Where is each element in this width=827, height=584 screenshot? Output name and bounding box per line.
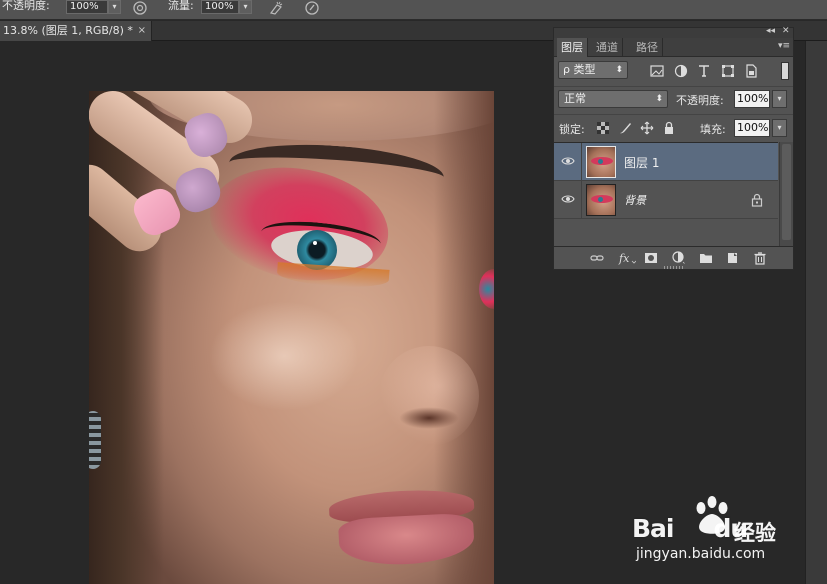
svg-text:fx: fx	[618, 252, 630, 265]
blend-mode-select[interactable]: 正常 ⬍	[558, 90, 668, 108]
new-layer-icon[interactable]	[726, 251, 740, 265]
kind-filter-select[interactable]: ρ 类型 ⬍	[558, 61, 628, 79]
kind-filter-value: ρ 类型	[563, 63, 596, 76]
collapse-panel-icon[interactable]: ◂◂	[766, 26, 775, 36]
flow-field[interactable]: 100%	[201, 0, 239, 14]
document-tab[interactable]: 13.8% (图层 1, RGB/8) * ×	[0, 21, 152, 41]
blend-mode-arrow-icon: ⬍	[655, 94, 663, 104]
delete-layer-trash-icon[interactable]	[753, 251, 767, 265]
lock-position-icon[interactable]	[640, 121, 654, 135]
layer-lock-icon	[751, 193, 763, 207]
opacity-label: 不透明度:	[2, 0, 50, 12]
layers-panel: ◂◂ ✕ 图层 通道 路径 ▾≡ ρ 类型 ⬍ 正常 ⬍ 不透明度: 100% …	[553, 26, 794, 270]
layers-scrollbar[interactable]	[779, 142, 793, 246]
panel-tabs: 图层 通道 路径 ▾≡	[554, 38, 793, 57]
panel-title-strip: ◂◂ ✕	[554, 26, 793, 38]
layer-opacity-dropdown[interactable]: ▾	[772, 90, 787, 108]
close-panel-icon[interactable]: ✕	[782, 26, 790, 36]
opacity-dropdown[interactable]: ▾	[108, 0, 121, 14]
type-filter-icon[interactable]	[697, 64, 711, 78]
watermark-cn: 经验	[734, 521, 776, 545]
airbrush-icon[interactable]	[268, 0, 284, 16]
tab-channels[interactable]: 通道	[592, 38, 623, 57]
layer-opacity-label: 不透明度:	[676, 94, 724, 107]
fill-field[interactable]: 100%	[734, 119, 770, 137]
shape-filter-icon[interactable]	[721, 64, 735, 78]
visibility-eye-icon[interactable]	[561, 154, 575, 168]
blend-row: 正常 ⬍ 不透明度: 100% ▾	[554, 86, 793, 110]
close-tab-icon[interactable]: ×	[138, 21, 146, 41]
layer-thumbnail	[586, 146, 616, 178]
lock-transparent-pixels-icon[interactable]	[596, 121, 610, 135]
filter-toggle-switch[interactable]	[781, 62, 789, 80]
layer-name[interactable]: 背景	[624, 192, 646, 208]
adjustment-filter-icon[interactable]	[674, 64, 688, 78]
panel-resize-grip[interactable]	[664, 266, 684, 269]
flow-label: 流量:	[168, 0, 194, 12]
layer-name[interactable]: 图层 1	[624, 154, 659, 171]
panel-menu-icon[interactable]: ▾≡	[778, 41, 790, 51]
layer-style-fx-icon[interactable]: fx	[618, 251, 636, 265]
smart-object-filter-icon[interactable]	[744, 64, 758, 78]
layer-opacity-field[interactable]: 100%	[734, 90, 770, 108]
flow-dropdown[interactable]: ▾	[239, 0, 252, 14]
add-mask-icon[interactable]	[644, 251, 658, 265]
blend-mode-value: 正常	[564, 92, 586, 105]
layers-footer: fx	[554, 246, 793, 269]
options-bar: 不透明度: 100% ▾ 流量: 100% ▾	[0, 0, 827, 20]
lock-row: 锁定: 填充: 100% ▾	[554, 114, 793, 140]
baidu-jingyan-watermark: Bai du 经验 jingyan.baidu.com	[632, 494, 792, 574]
watermark-url: jingyan.baidu.com	[636, 546, 766, 562]
tablet-pressure-icon[interactable]	[304, 0, 320, 16]
tab-paths[interactable]: 路径	[632, 38, 663, 57]
tab-layers[interactable]: 图层	[557, 38, 588, 57]
pixel-filter-icon[interactable]	[650, 64, 664, 78]
filter-row: ρ 类型 ⬍	[554, 58, 793, 84]
right-dock-strip	[805, 41, 827, 584]
opacity-field[interactable]: 100%	[66, 0, 108, 14]
new-group-folder-icon[interactable]	[699, 251, 713, 265]
fill-label: 填充:	[700, 123, 726, 136]
lock-image-pixels-icon[interactable]	[618, 121, 632, 135]
layer-thumbnail	[586, 184, 616, 216]
portrait-image[interactable]	[89, 91, 494, 584]
baidu-paw-logo-icon	[696, 496, 728, 534]
lock-label: 锁定:	[559, 123, 585, 136]
fill-dropdown[interactable]: ▾	[772, 119, 787, 137]
visibility-eye-icon[interactable]	[561, 192, 575, 206]
layer-row-1[interactable]: 图层 1	[554, 143, 778, 181]
layers-list: 图层 1 背景	[554, 142, 778, 246]
document-tab-title: 13.8% (图层 1, RGB/8) *	[3, 24, 133, 37]
airbrush-pressure-icon[interactable]	[132, 0, 148, 16]
link-layers-icon[interactable]	[590, 251, 604, 265]
new-adjustment-layer-icon[interactable]	[672, 251, 686, 265]
lock-all-icon[interactable]	[662, 121, 676, 135]
layer-row-background[interactable]: 背景	[554, 181, 778, 219]
kind-filter-arrow-icon: ⬍	[615, 65, 623, 75]
